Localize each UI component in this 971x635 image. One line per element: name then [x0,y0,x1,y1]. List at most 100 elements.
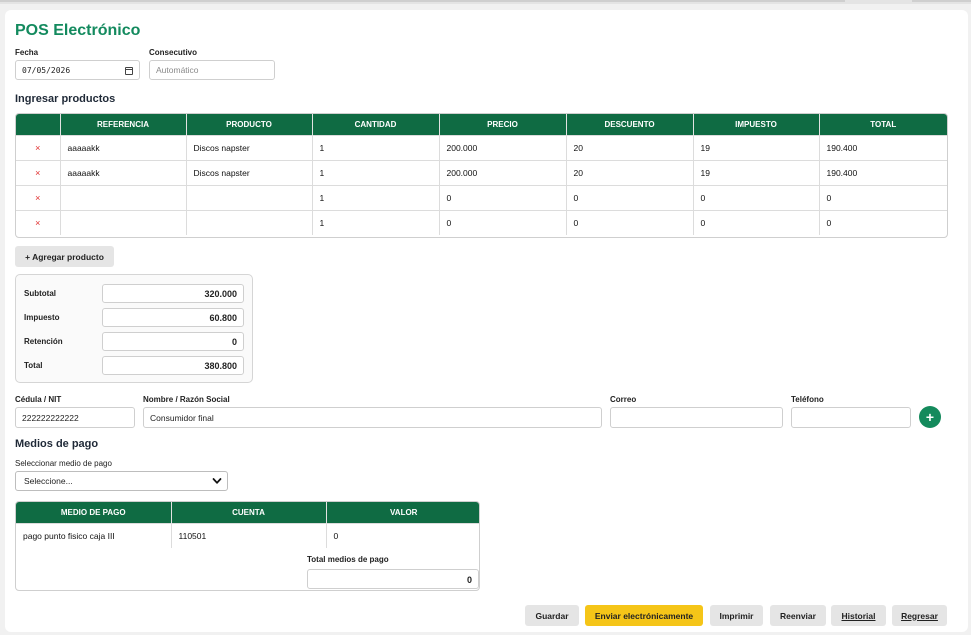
enviar-button[interactable]: Enviar electrónicamente [585,605,703,626]
calendar-icon[interactable] [125,67,133,75]
pos-form-card: POS Electrónico Fecha 07/05/2026 Consecu… [5,10,968,632]
remove-row-icon[interactable]: × [16,159,61,185]
table-row: × 1 0 0 0 0 [16,209,947,235]
products-table: REFERENCIA PRODUCTO CANTIDAD PRECIO DESC… [15,113,948,238]
cell-referencia[interactable] [60,209,187,235]
total-payments-label: Total medios de pago [307,555,389,564]
cell-cuenta: 110501 [171,522,327,548]
cell-cantidad[interactable]: 1 [312,209,440,235]
cell-referencia[interactable]: aaaaakk [60,134,187,160]
cell-referencia[interactable]: aaaaakk [60,159,187,185]
cell-precio[interactable]: 0 [439,184,567,210]
cell-impuesto[interactable]: 0 [693,184,820,210]
cell-descuento[interactable]: 20 [566,159,694,185]
plus-icon: + [925,409,935,425]
col-total: TOTAL [819,114,947,135]
remove-row-icon[interactable]: × [16,209,61,235]
cell-impuesto[interactable]: 19 [693,134,820,160]
nit-value: 222222222222 [22,412,79,423]
cell-medio-pago: pago punto fisico caja III [16,522,172,548]
cell-descuento[interactable]: 0 [566,184,694,210]
impuesto-row: Impuesto 60.800 [24,308,246,327]
subtotal-row: Subtotal 320.000 [24,284,246,303]
nombre-input[interactable]: Consumidor final [143,407,602,428]
cell-descuento[interactable]: 20 [566,134,694,160]
retencion-row: Retención 0 [24,332,246,351]
payment-select-label: Seleccionar medio de pago [15,459,112,468]
col-cantidad: CANTIDAD [312,114,440,135]
col-cuenta: CUENTA [171,502,327,523]
nombre-label: Nombre / Razón Social [143,395,230,404]
consecutivo-label: Consecutivo [149,48,198,57]
col-impuesto: IMPUESTO [693,114,820,135]
payments-header-row: MEDIO DE PAGO CUENTA VALOR [16,502,479,523]
products-header-row: REFERENCIA PRODUCTO CANTIDAD PRECIO DESC… [16,114,947,135]
table-row: pago punto fisico caja III 110501 0 [16,522,479,548]
cell-producto[interactable] [186,184,313,210]
imprimir-button[interactable]: Imprimir [710,605,763,626]
correo-label: Correo [610,395,637,404]
page-title: POS Electrónico [15,22,141,39]
cell-producto[interactable]: Discos napster [186,134,313,160]
col-valor: VALOR [326,502,479,523]
telefono-input[interactable] [791,407,911,428]
col-medio-pago: MEDIO DE PAGO [16,502,172,523]
payment-method-select[interactable]: Seleccione... [15,471,228,491]
subtotal-value: 320.000 [102,284,244,303]
consecutivo-input[interactable]: Automático [149,60,275,80]
col-referencia: REFERENCIA [60,114,187,135]
cell-descuento[interactable]: 0 [566,209,694,235]
cell-impuesto[interactable]: 0 [693,209,820,235]
cell-precio[interactable]: 200.000 [439,134,567,160]
products-section-title: Ingresar productos [15,93,116,105]
fecha-value: 07/05/2026 [22,65,71,75]
col-producto: PRODUCTO [186,114,313,135]
fecha-label: Fecha [15,48,39,57]
cell-referencia[interactable] [60,184,187,210]
add-client-button[interactable]: + [919,406,941,428]
fecha-input[interactable]: 07/05/2026 [15,60,140,80]
telefono-label: Teléfono [791,395,824,404]
nit-input[interactable]: 222222222222 [15,407,135,428]
table-row: × aaaaakk Discos napster 1 200.000 20 19… [16,134,947,160]
payments-section-title: Medios de pago [15,438,99,450]
historial-button[interactable]: Historial [831,605,886,626]
cell-total: 190.400 [819,159,947,185]
totals-box: Subtotal 320.000 Impuesto 60.800 Retenci… [15,274,253,383]
regresar-label: Regresar [901,610,938,621]
remove-row-icon[interactable]: × [16,184,61,210]
cell-precio[interactable]: 200.000 [439,159,567,185]
cell-producto[interactable]: Discos napster [186,159,313,185]
consecutivo-placeholder: Automático [156,65,199,75]
cell-total: 190.400 [819,134,947,160]
nit-label: Cédula / NIT [15,395,62,404]
total-value: 380.800 [102,356,244,375]
cell-total: 0 [819,184,947,210]
guardar-button[interactable]: Guardar [525,605,579,626]
historial-label: Historial [841,610,876,621]
total-row: Total 380.800 [24,356,246,375]
reenviar-button[interactable]: Reenviar [770,605,826,626]
cell-precio[interactable]: 0 [439,209,567,235]
retencion-label: Retención [24,337,63,346]
cell-producto[interactable] [186,209,313,235]
add-product-button[interactable]: + Agregar producto [15,246,114,267]
impuesto-value: 60.800 [102,308,244,327]
remove-row-icon[interactable]: × [16,134,61,160]
cell-cantidad[interactable]: 1 [312,184,440,210]
cell-cantidad[interactable]: 1 [312,134,440,160]
cell-cantidad[interactable]: 1 [312,159,440,185]
total-label: Total [24,361,43,370]
col-remove [16,114,61,135]
impuesto-label: Impuesto [24,313,60,322]
cell-valor[interactable]: 0 [326,522,479,548]
table-row: × aaaaakk Discos napster 1 200.000 20 19… [16,159,947,185]
col-precio: PRECIO [439,114,567,135]
table-row: × 1 0 0 0 0 [16,184,947,210]
correo-input[interactable] [610,407,783,428]
retencion-value[interactable]: 0 [102,332,244,351]
nombre-value: Consumidor final [150,412,214,423]
regresar-button[interactable]: Regresar [892,605,947,626]
payment-select-value: Seleccione... [24,476,73,486]
cell-impuesto[interactable]: 19 [693,159,820,185]
